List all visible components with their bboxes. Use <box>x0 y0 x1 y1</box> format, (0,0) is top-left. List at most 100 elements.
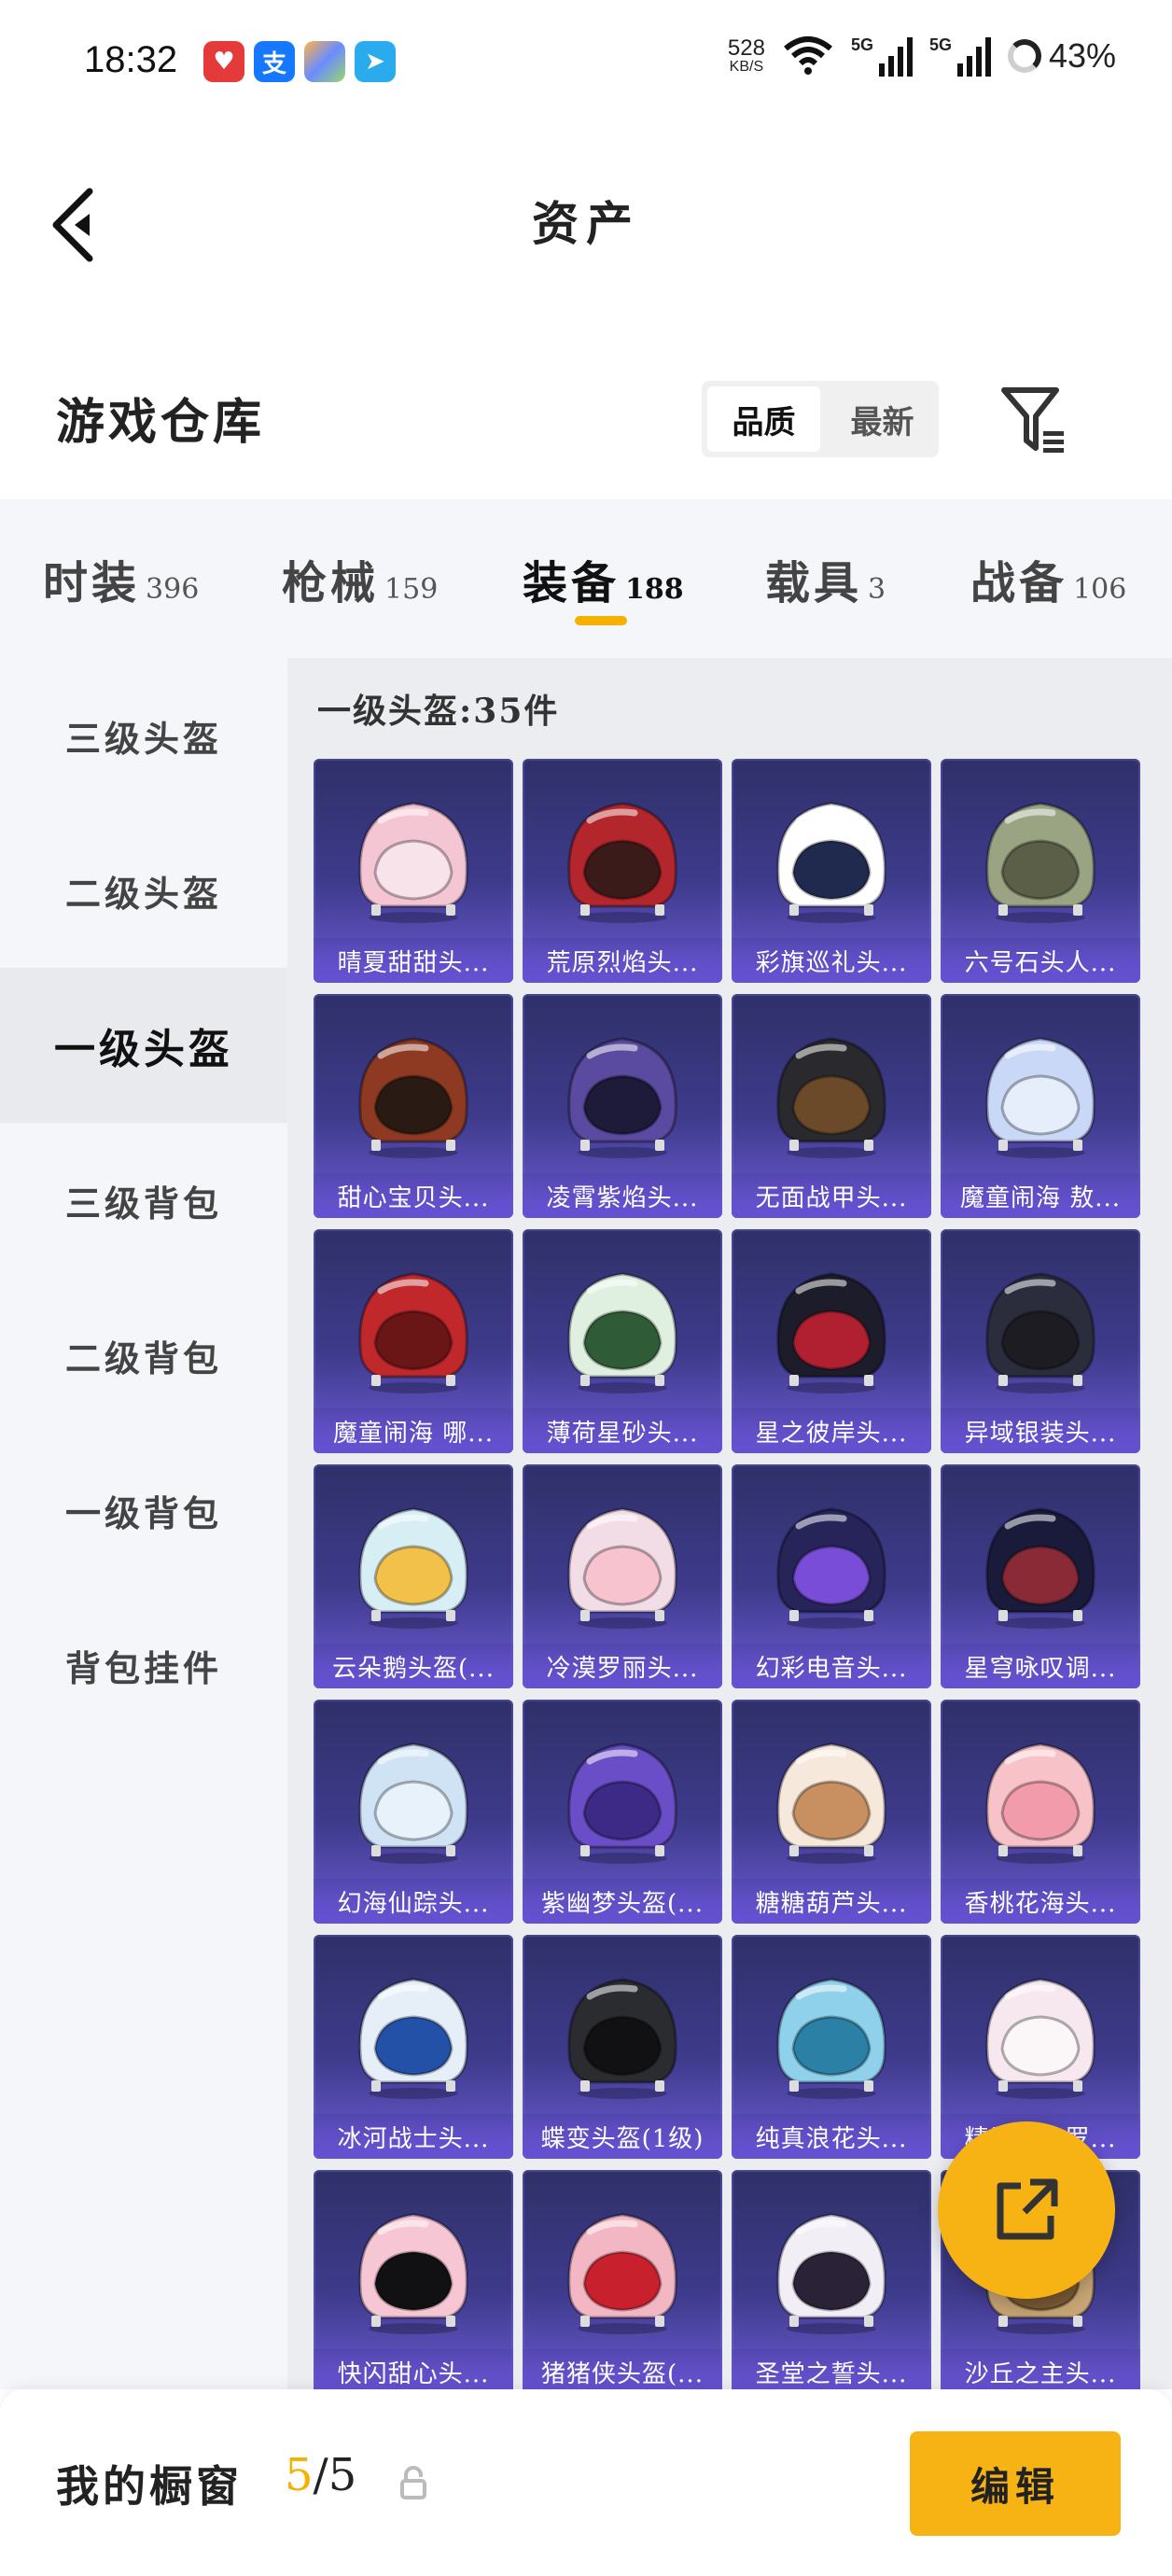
net-speed-unit: KB/S <box>729 59 764 75</box>
item-name: 冰河战士头... <box>314 2114 513 2159</box>
heart-app-icon: ♥ <box>203 41 244 82</box>
helmet-icon <box>776 1978 886 2099</box>
gallery-app-icon <box>304 41 345 82</box>
tab-vehicles[interactable]: 载具 3 <box>765 546 886 611</box>
item-card[interactable]: 荒原烈焰头... <box>523 759 722 983</box>
item-name: 无面战甲头... <box>732 1173 931 1218</box>
tab-fashion[interactable]: 时装 396 <box>43 546 199 611</box>
item-card[interactable]: 圣堂之誓头... <box>732 2170 931 2389</box>
item-name: 薄荷星砂头... <box>523 1408 722 1453</box>
item-card[interactable]: 糖糖葫芦头... <box>732 1700 931 1924</box>
item-card[interactable]: 幻彩电音头... <box>732 1464 931 1688</box>
item-card[interactable]: 猪猪侠头盔(... <box>523 2170 722 2389</box>
sort-latest-button[interactable]: 最新 <box>826 381 939 457</box>
item-card[interactable]: 甜心宝贝头... <box>314 994 513 1218</box>
tab-weapons[interactable]: 枪械 159 <box>282 546 438 611</box>
helmet-icon <box>985 802 1095 923</box>
section-title: 游戏仓库 <box>56 394 266 451</box>
helmet-icon <box>567 1507 677 1629</box>
helmet-icon <box>776 802 886 923</box>
item-name: 糖糖葫芦头... <box>732 1879 931 1924</box>
tab-equipment[interactable]: 装备 188 <box>523 546 684 611</box>
item-card[interactable]: 冷漠罗丽头... <box>523 1464 722 1688</box>
item-name: 纯真浪花头... <box>732 2114 931 2159</box>
item-card[interactable]: 六号石头人... <box>941 759 1140 983</box>
battery-icon <box>1007 39 1041 73</box>
sidebar-item-level3-helmet[interactable]: 三级头盔 <box>0 658 287 813</box>
helmet-icon <box>985 1037 1095 1158</box>
item-card[interactable]: 纯真浪花头... <box>732 1935 931 2159</box>
helmet-icon <box>358 802 468 923</box>
item-card[interactable]: 彩旗巡礼头... <box>732 759 931 983</box>
tab-count: 188 <box>625 573 684 606</box>
item-name: 快闪甜心头... <box>314 2349 513 2389</box>
helmet-icon <box>567 1978 677 2099</box>
share-button[interactable] <box>938 2121 1115 2299</box>
item-name: 星穹咏叹调... <box>941 1644 1140 1688</box>
edit-button[interactable]: 编辑 <box>910 2431 1121 2536</box>
helmet-icon <box>567 1272 677 1393</box>
share-icon <box>997 2178 1058 2240</box>
tab-count: 106 <box>1073 573 1127 606</box>
sidebar-item-level1-backpack[interactable]: 一级背包 <box>0 1433 287 1588</box>
alipay-icon: 支 <box>254 41 295 82</box>
item-name: 六号石头人... <box>941 938 1140 983</box>
item-card[interactable]: 幻海仙踪头... <box>314 1700 513 1924</box>
sidebar-item-backpack-charm[interactable]: 背包挂件 <box>0 1588 287 1743</box>
item-card[interactable]: 蝶变头盔(1级) <box>523 1935 722 2159</box>
category-tabs: 时装 396 枪械 159 装备 188 载具 3 战备 106 <box>0 499 1172 658</box>
item-card[interactable]: 快闪甜心头... <box>314 2170 513 2389</box>
sidebar-item-level1-helmet[interactable]: 一级头盔 <box>0 968 287 1123</box>
helmet-icon <box>358 1978 468 2099</box>
helmet-icon <box>567 2213 677 2334</box>
helmet-icon <box>567 802 677 923</box>
helmet-icon <box>985 1743 1095 1864</box>
item-card[interactable]: 云朵鹅头盔(... <box>314 1464 513 1688</box>
item-card[interactable]: 晴夏甜甜头... <box>314 759 513 983</box>
sidebar-item-level2-helmet[interactable]: 二级头盔 <box>0 813 287 968</box>
item-card[interactable]: 冰河战士头... <box>314 1935 513 2159</box>
status-right: 528 KB/S 5G 5G 43% <box>728 35 1116 77</box>
helmet-icon <box>776 2213 886 2334</box>
notification-icons: ♥ 支 ➤ <box>203 41 396 82</box>
item-count-heading: 一级头盔:35件 <box>317 692 560 731</box>
item-card[interactable]: 魔童闹海 哪... <box>314 1229 513 1453</box>
showcase-label: 我的橱窗 <box>56 2461 243 2512</box>
item-card[interactable]: 异域银装头... <box>941 1229 1140 1453</box>
item-card[interactable]: 星穹咏叹调... <box>941 1464 1140 1688</box>
item-name: 沙丘之主头... <box>941 2349 1140 2389</box>
signal-label-2: 5G <box>928 35 952 54</box>
item-card[interactable]: 凌霄紫焰头... <box>523 994 722 1218</box>
item-card[interactable]: 紫幽梦头盔(... <box>523 1700 722 1924</box>
net-speed: 528 KB/S <box>728 37 765 75</box>
helmet-icon <box>985 1978 1095 2099</box>
filter-icon[interactable] <box>998 383 1073 457</box>
subcategory-sidebar: 三级头盔 二级头盔 一级头盔 三级背包 二级背包 一级背包 背包挂件 <box>0 658 287 2389</box>
item-card[interactable]: 香桃花海头... <box>941 1700 1140 1924</box>
helmet-icon <box>567 1743 677 1864</box>
tab-supplies[interactable]: 战备 106 <box>970 546 1126 611</box>
item-name: 香桃花海头... <box>941 1879 1140 1924</box>
item-card[interactable]: 星之彼岸头... <box>732 1229 931 1453</box>
item-name: 紫幽梦头盔(... <box>523 1879 722 1924</box>
sidebar-item-level3-backpack[interactable]: 三级背包 <box>0 1123 287 1278</box>
helmet-icon <box>358 1507 468 1629</box>
item-name: 异域银装头... <box>941 1408 1140 1453</box>
showcase-bar: 我的橱窗 5/5 编辑 <box>0 2389 1172 2576</box>
item-card[interactable]: 无面战甲头... <box>732 994 931 1218</box>
page-title: 资产 <box>532 196 640 251</box>
tab-label: 载具 <box>765 557 863 609</box>
helmet-icon <box>358 2213 468 2334</box>
tab-count: 396 <box>146 573 200 606</box>
sort-quality-button[interactable]: 品质 <box>707 386 820 452</box>
tab-label: 枪械 <box>282 557 380 609</box>
helmet-icon <box>776 1743 886 1864</box>
battery-percent: 43% <box>1048 36 1116 75</box>
sidebar-item-level2-backpack[interactable]: 二级背包 <box>0 1278 287 1433</box>
sort-toggle: 品质 最新 <box>702 381 939 457</box>
item-card[interactable]: 薄荷星砂头... <box>523 1229 722 1453</box>
showcase-total: /5 <box>313 2449 357 2501</box>
item-card[interactable]: 魔童闹海 敖... <box>941 994 1140 1218</box>
battery-indicator: 43% <box>1007 36 1116 76</box>
item-name: 圣堂之誓头... <box>732 2349 931 2389</box>
